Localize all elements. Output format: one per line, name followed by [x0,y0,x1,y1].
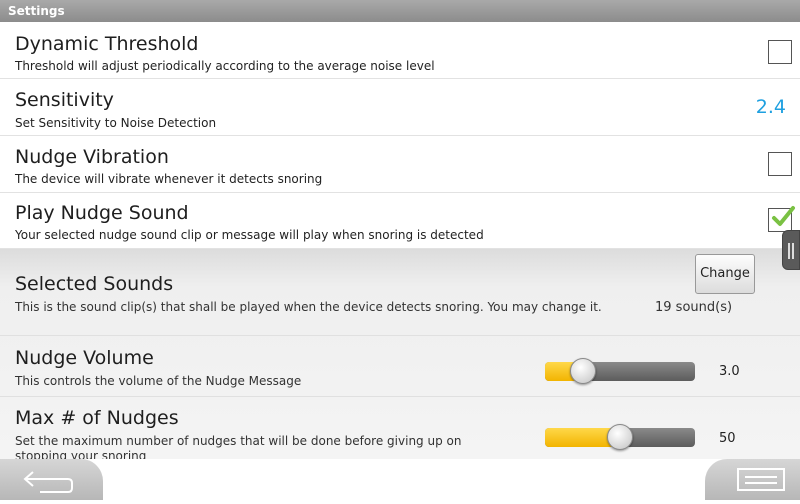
sound-count: 19 sound(s) [655,300,733,315]
pref-title: Dynamic Threshold [15,33,199,55]
back-button[interactable] [0,459,103,500]
nudge-volume-value: 3.0 [719,364,740,379]
slider-thumb[interactable] [569,358,596,384]
nudge-vibration-checkbox[interactable] [768,152,792,176]
pref-nudge-vibration[interactable]: Nudge Vibration The device will vibrate … [0,136,800,193]
change-sounds-button[interactable]: Change [695,254,755,294]
pref-play-nudge-sound[interactable]: Play Nudge Sound Your selected nudge sou… [0,193,800,249]
play-nudge-sound-checkbox[interactable] [768,206,795,232]
pref-title: Nudge Volume [15,347,154,369]
pref-summary: Threshold will adjust periodically accor… [15,59,435,73]
pref-summary: Your selected nudge sound clip or messag… [15,228,484,242]
pref-summary: This is the sound clip(s) that shall be … [15,300,602,314]
pref-sensitivity[interactable]: Sensitivity Set Sensitivity to Noise Det… [0,79,800,136]
pref-title: Max # of Nudges [15,407,179,429]
pref-summary: Set Sensitivity to Noise Detection [15,116,217,130]
title-bar: Settings [0,0,800,22]
menu-button[interactable] [705,459,800,500]
checkmark-icon [772,206,795,226]
pref-title: Selected Sounds [15,273,174,295]
pref-title: Nudge Vibration [15,146,169,168]
drawer-handle-icon [788,243,790,259]
pref-title: Sensitivity [15,89,114,111]
pref-dynamic-threshold[interactable]: Dynamic Threshold Threshold will adjust … [0,22,800,79]
drawer-handle[interactable] [782,230,800,270]
pref-summary: The device will vibrate whenever it dete… [15,172,323,186]
max-nudges-slider[interactable] [545,424,695,450]
pref-summary: This controls the volume of the Nudge Me… [15,374,302,388]
menu-icon [737,468,785,491]
nudge-volume-slider[interactable] [545,358,695,384]
back-arrow-icon [23,471,73,493]
navigation-bar [0,459,800,500]
slider-thumb[interactable] [607,424,633,450]
max-nudges-value: 50 [719,431,736,446]
drawer-handle-icon [792,243,794,259]
sensitivity-value: 2.4 [755,96,786,118]
title-bar-text: Settings [8,4,65,18]
dynamic-threshold-checkbox[interactable] [768,40,792,64]
pref-title: Play Nudge Sound [15,202,189,224]
